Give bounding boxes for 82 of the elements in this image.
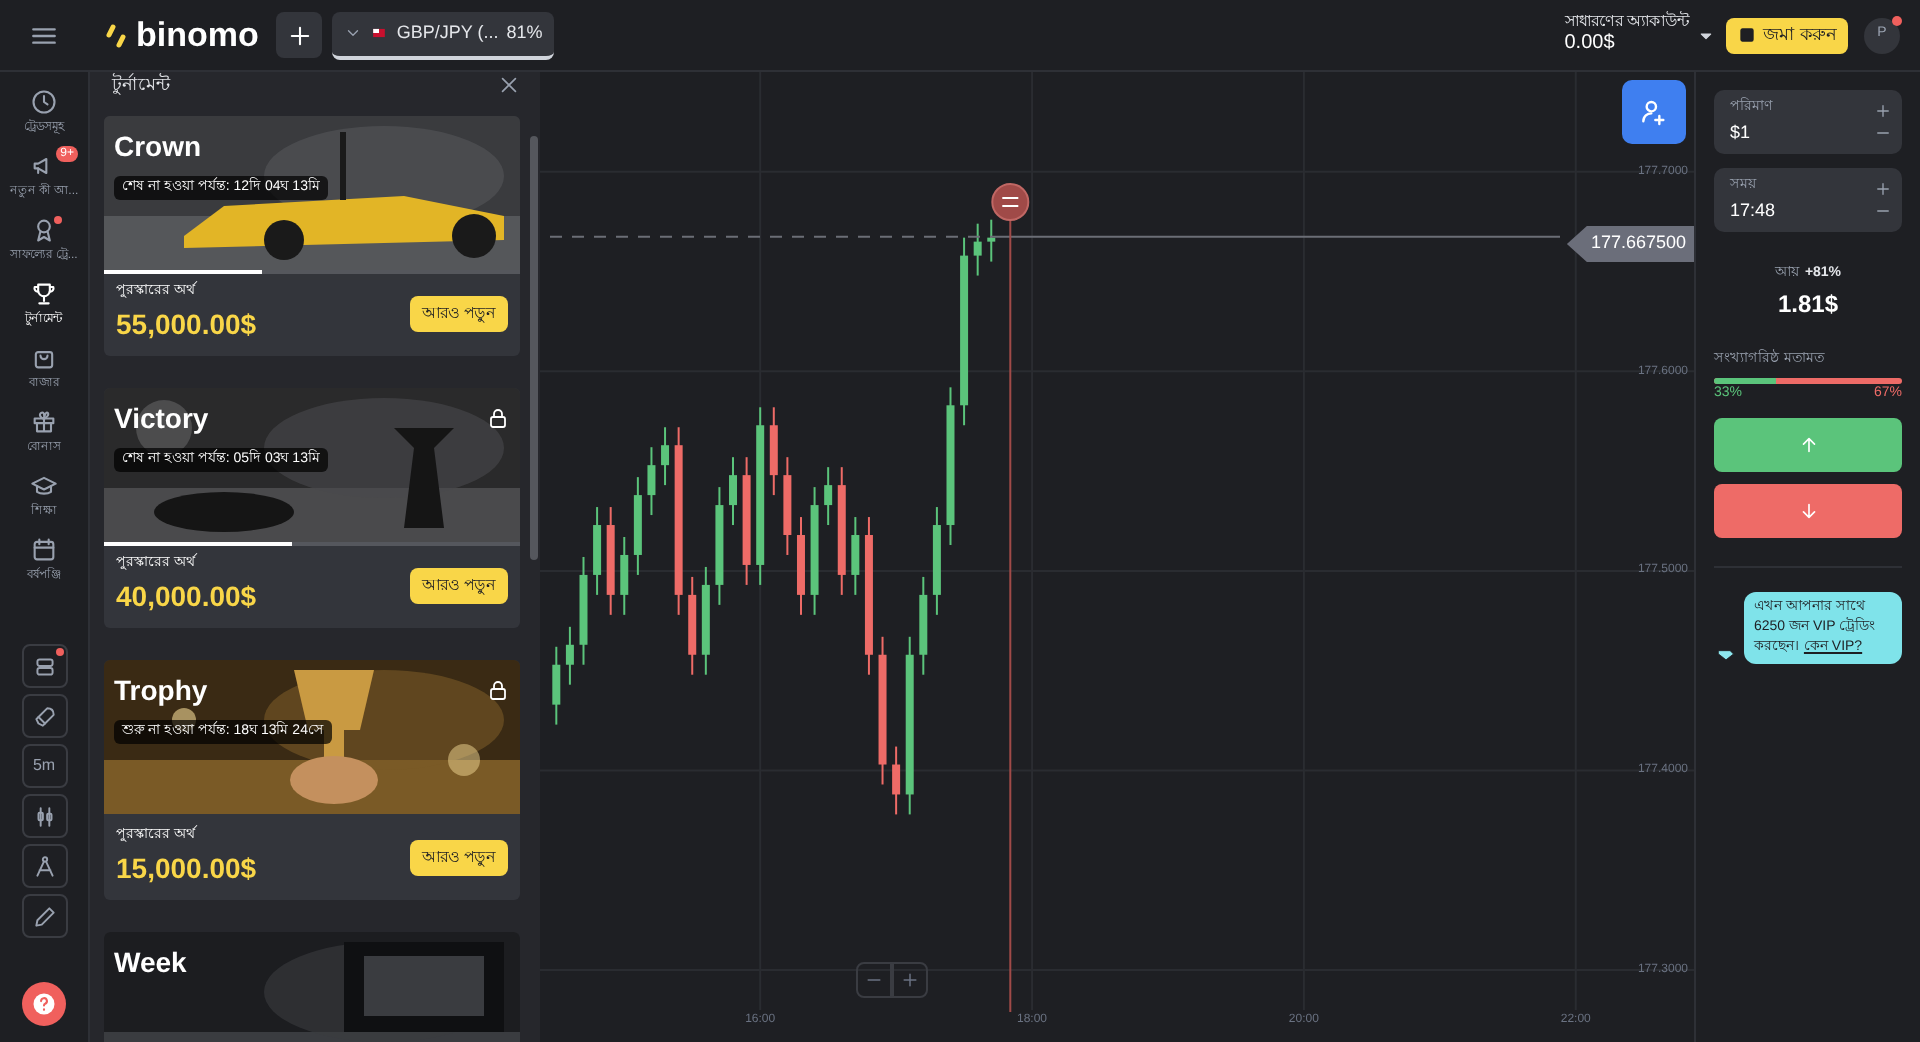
wallet-icon bbox=[1738, 26, 1757, 44]
add-asset-button[interactable] bbox=[276, 12, 323, 58]
read-more-button[interactable]: আরও পড়ুন bbox=[409, 568, 508, 604]
read-more-button[interactable]: আরও পড়ুন bbox=[409, 840, 508, 876]
calendar-icon bbox=[30, 536, 58, 564]
arrow-up-icon bbox=[1797, 433, 1819, 455]
graduation-cap-icon bbox=[30, 472, 58, 500]
prize-amount: 40,000.00$ bbox=[116, 577, 257, 616]
current-price-tag: 177.667500 bbox=[1566, 226, 1694, 262]
logo: binomo bbox=[136, 13, 259, 58]
asset-tab[interactable]: GBP/JPY (... 81% bbox=[332, 11, 555, 59]
read-more-button[interactable]: আরও পড়ুন bbox=[409, 296, 508, 332]
tool-button[interactable] bbox=[21, 844, 67, 888]
chevron-down-icon bbox=[344, 24, 363, 42]
candle bbox=[701, 565, 710, 676]
candle bbox=[565, 625, 574, 686]
drafting-compass-icon bbox=[31, 853, 57, 879]
account-balance: 0.00$ bbox=[1564, 32, 1617, 58]
payout-percent: 81% bbox=[506, 19, 543, 46]
tournament-name: Crown bbox=[114, 127, 202, 165]
candle bbox=[688, 575, 697, 676]
candle bbox=[810, 486, 819, 616]
candle bbox=[729, 456, 737, 527]
candle bbox=[647, 446, 656, 517]
dropdown-caret-icon[interactable] bbox=[1698, 27, 1715, 43]
plus-icon bbox=[900, 970, 920, 990]
gift-icon bbox=[30, 408, 58, 436]
close-icon[interactable] bbox=[498, 74, 520, 97]
candle bbox=[742, 456, 751, 586]
tool-button[interactable] bbox=[21, 694, 67, 738]
clock-icon bbox=[30, 88, 58, 116]
zoom-in-button[interactable] bbox=[892, 962, 928, 998]
candle bbox=[606, 506, 615, 616]
prize-amount: 15,000.00$ bbox=[116, 849, 257, 888]
plus-icon bbox=[1874, 102, 1892, 120]
candle bbox=[932, 506, 941, 616]
arrow-down-icon bbox=[1797, 499, 1819, 521]
higher-button[interactable] bbox=[1714, 417, 1902, 471]
bolt-icon bbox=[104, 19, 128, 51]
panel-title: টুর্নামেন্ট bbox=[112, 72, 170, 99]
candle bbox=[783, 456, 792, 556]
candle bbox=[769, 406, 778, 497]
question-icon bbox=[30, 990, 58, 1018]
pencil-icon bbox=[31, 903, 57, 929]
invite-button[interactable] bbox=[1622, 80, 1686, 144]
candle bbox=[797, 516, 805, 616]
candle bbox=[593, 506, 602, 596]
candle bbox=[919, 575, 928, 676]
scrollbar-thumb[interactable] bbox=[530, 136, 538, 560]
candle bbox=[552, 645, 561, 726]
plus-icon bbox=[1874, 180, 1892, 198]
candle bbox=[579, 555, 588, 666]
candle bbox=[973, 222, 982, 277]
income-amount: 1.81$ bbox=[1777, 287, 1839, 321]
candle bbox=[620, 536, 629, 616]
asset-name: GBP/JPY (... bbox=[396, 19, 499, 46]
candle bbox=[851, 516, 860, 596]
tournament-name: Trophy bbox=[114, 671, 208, 710]
candle bbox=[837, 466, 846, 596]
lower-button[interactable] bbox=[1714, 483, 1902, 537]
user-plus-icon bbox=[1638, 96, 1670, 128]
candle bbox=[892, 745, 901, 816]
prize-amount: 55,000.00$ bbox=[116, 305, 257, 344]
help-button[interactable] bbox=[22, 982, 66, 1026]
tournament-name: Week bbox=[114, 943, 187, 981]
tool-button[interactable] bbox=[21, 644, 67, 688]
deposit-button[interactable]: জমা করুন bbox=[1726, 17, 1848, 53]
trophy-icon bbox=[30, 280, 58, 308]
layers-icon bbox=[31, 653, 57, 679]
candle bbox=[633, 476, 642, 576]
tool-button[interactable] bbox=[21, 894, 67, 938]
flag-icon bbox=[370, 26, 389, 40]
tool-button[interactable]: 5m bbox=[21, 744, 67, 788]
candle bbox=[661, 426, 670, 487]
candle bbox=[715, 486, 724, 606]
candle bbox=[824, 466, 833, 527]
account-label: সাধারণের অ্যাকাউন্ট bbox=[1564, 12, 1689, 33]
plus-icon bbox=[285, 21, 314, 49]
tool-button[interactable] bbox=[21, 794, 67, 838]
trade-marker-icon bbox=[991, 183, 1030, 221]
candle bbox=[987, 218, 996, 263]
tournament-name: Victory bbox=[114, 399, 209, 438]
